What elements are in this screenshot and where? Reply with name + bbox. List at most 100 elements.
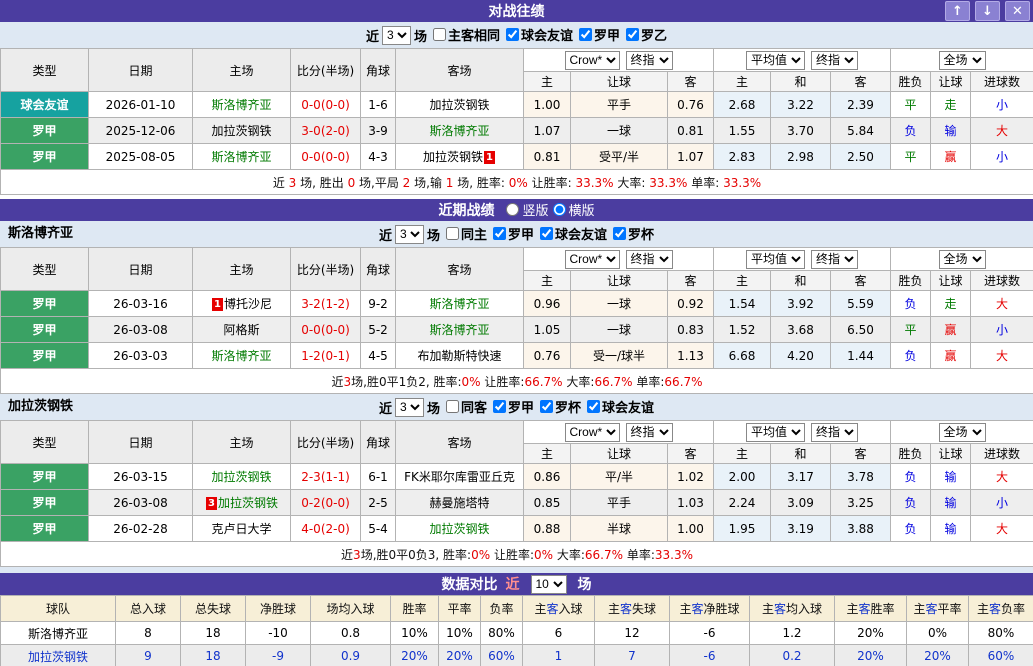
filter-option-label: 罗杯: [555, 397, 581, 416]
odds-type-select[interactable]: 终指: [626, 51, 673, 70]
filter-option-罗乙[interactable]: 罗乙: [620, 25, 667, 44]
cell: 0.83: [668, 317, 714, 343]
checkbox-input[interactable]: [540, 227, 553, 240]
checkbox-input[interactable]: [493, 400, 506, 413]
cell: 7: [595, 645, 670, 666]
cell: 26-03-03: [89, 343, 193, 369]
odds-type-select[interactable]: Crow*: [565, 423, 620, 442]
filter-option-横版[interactable]: 横版: [549, 200, 595, 219]
text-segment: 大率:: [553, 548, 585, 562]
filter-option-竖版[interactable]: 竖版: [502, 200, 548, 219]
cell: 平/半: [571, 464, 668, 490]
filter-option-球会友谊[interactable]: 球会友谊: [534, 224, 607, 243]
near-label: 近: [379, 398, 392, 417]
odds-type-select[interactable]: Crow*: [565, 250, 620, 269]
team-name: 加拉茨钢铁: [211, 470, 271, 484]
teamA-count-select[interactable]: 3: [395, 225, 424, 244]
filter-option-同客[interactable]: 同客: [440, 397, 487, 416]
text-segment: 客: [989, 602, 1001, 616]
team-name: 阿格斯: [223, 323, 259, 337]
cell: 8: [116, 622, 181, 645]
radio-input[interactable]: [553, 203, 566, 216]
checkbox-input[interactable]: [626, 28, 639, 41]
cell: 小: [971, 92, 1033, 118]
filter-option-label: 竖版: [522, 200, 548, 219]
checkbox-input[interactable]: [433, 28, 446, 41]
odds-type-select[interactable]: 平均值: [746, 250, 805, 269]
team-cell: 斯洛博齐亚: [396, 317, 524, 343]
cell: 罗甲: [1, 490, 89, 516]
move-down-button[interactable]: ↓: [975, 1, 1000, 21]
radio-input[interactable]: [506, 203, 519, 216]
match-row: 罗甲26-02-28克卢日大学4-0(2-0)5-4加拉茨钢铁0.88半球1.0…: [1, 516, 1033, 542]
filter-option-罗甲[interactable]: 罗甲: [487, 397, 534, 416]
cell: 0.8: [311, 622, 391, 645]
cell: 负: [891, 291, 931, 317]
text-segment: 客: [858, 602, 870, 616]
team-name: 布加勒斯特快速: [417, 349, 501, 363]
move-up-button[interactable]: ↑: [945, 1, 970, 21]
text-segment: 客: [620, 602, 632, 616]
odds-type-select[interactable]: Crow*: [565, 51, 620, 70]
match-row: 罗甲26-03-15加拉茨钢铁2-3(1-1)6-1FK米耶尔库雷亚丘克0.86…: [1, 464, 1033, 490]
text-segment: 失球: [632, 602, 656, 616]
h2h-count-select[interactable]: 3: [382, 26, 411, 45]
cell: 0.92: [668, 291, 714, 317]
teamB-count-select[interactable]: 3: [395, 398, 424, 417]
filter-option-罗杯[interactable]: 罗杯: [607, 224, 654, 243]
filter-option-同主[interactable]: 同主: [440, 224, 487, 243]
odds-type-select[interactable]: 终指: [626, 423, 673, 442]
filter-option-罗甲[interactable]: 罗甲: [487, 224, 534, 243]
odds-type-select[interactable]: 全场: [939, 250, 986, 269]
checkbox-input[interactable]: [446, 400, 459, 413]
checkbox-input[interactable]: [446, 227, 459, 240]
compare-column-header: 主客均入球: [750, 596, 835, 622]
odds-type-select[interactable]: 终指: [811, 250, 858, 269]
sub-column-header: 进球数: [971, 444, 1033, 464]
close-button[interactable]: ✕: [1005, 1, 1030, 21]
compare-count-select[interactable]: 10: [531, 575, 567, 594]
text-segment: 近: [331, 375, 343, 389]
filter-option-主客相同[interactable]: 主客相同: [427, 25, 500, 44]
sub-column-header: 客: [668, 72, 714, 92]
checkbox-input[interactable]: [613, 227, 626, 240]
checkbox-input[interactable]: [579, 28, 592, 41]
filter-option-球会友谊[interactable]: 球会友谊: [500, 25, 573, 44]
filter-option-罗杯[interactable]: 罗杯: [534, 397, 581, 416]
cell: 5-4: [361, 516, 396, 542]
team-name: 博托沙尼: [224, 297, 272, 311]
odds-type-select[interactable]: 平均值: [746, 51, 805, 70]
compare-column-header: 主客失球: [595, 596, 670, 622]
checkbox-input[interactable]: [506, 28, 519, 41]
compare-column-header: 主客负率: [969, 596, 1033, 622]
text-segment: 让胜率:: [490, 548, 534, 562]
odds-type-select[interactable]: 平均值: [746, 423, 805, 442]
checkbox-input[interactable]: [493, 227, 506, 240]
filter-option-球会友谊[interactable]: 球会友谊: [581, 397, 654, 416]
text-segment: 场, 胜出: [296, 176, 347, 190]
cell: 输: [931, 464, 971, 490]
checkbox-input[interactable]: [540, 400, 553, 413]
up-arrow-icon: ↑: [952, 4, 963, 19]
sub-column-header: 主: [714, 444, 771, 464]
cell: 0.86: [524, 464, 571, 490]
cell: 走: [931, 92, 971, 118]
cell: 1.00: [524, 92, 571, 118]
checkbox-input[interactable]: [587, 400, 600, 413]
odds-type-select[interactable]: 终指: [626, 250, 673, 269]
odds-type-select[interactable]: 终指: [811, 51, 858, 70]
team-name: 加拉茨钢铁: [429, 98, 489, 112]
compare-column-header: 球队: [1, 596, 116, 622]
h2h-filter-checkboxes: 主客相同球会友谊罗甲罗乙: [427, 25, 667, 45]
filter-option-label: 横版: [569, 200, 595, 219]
odds-type-select[interactable]: 全场: [939, 423, 986, 442]
cell: 20%: [439, 645, 481, 666]
filter-option-罗甲[interactable]: 罗甲: [573, 25, 620, 44]
odds-type-select[interactable]: 终指: [811, 423, 858, 442]
cell: 60%: [481, 645, 523, 666]
betting-stats-panel: 对战往绩 ↑ ↓ ✕ 近 3 场 主客相同球会友谊罗甲罗乙 类型日期主场比分(半…: [0, 0, 1033, 666]
cell: 罗甲: [1, 144, 89, 170]
text-segment: 负率: [489, 602, 513, 616]
odds-type-select[interactable]: 全场: [939, 51, 986, 70]
cell: 1.02: [668, 464, 714, 490]
